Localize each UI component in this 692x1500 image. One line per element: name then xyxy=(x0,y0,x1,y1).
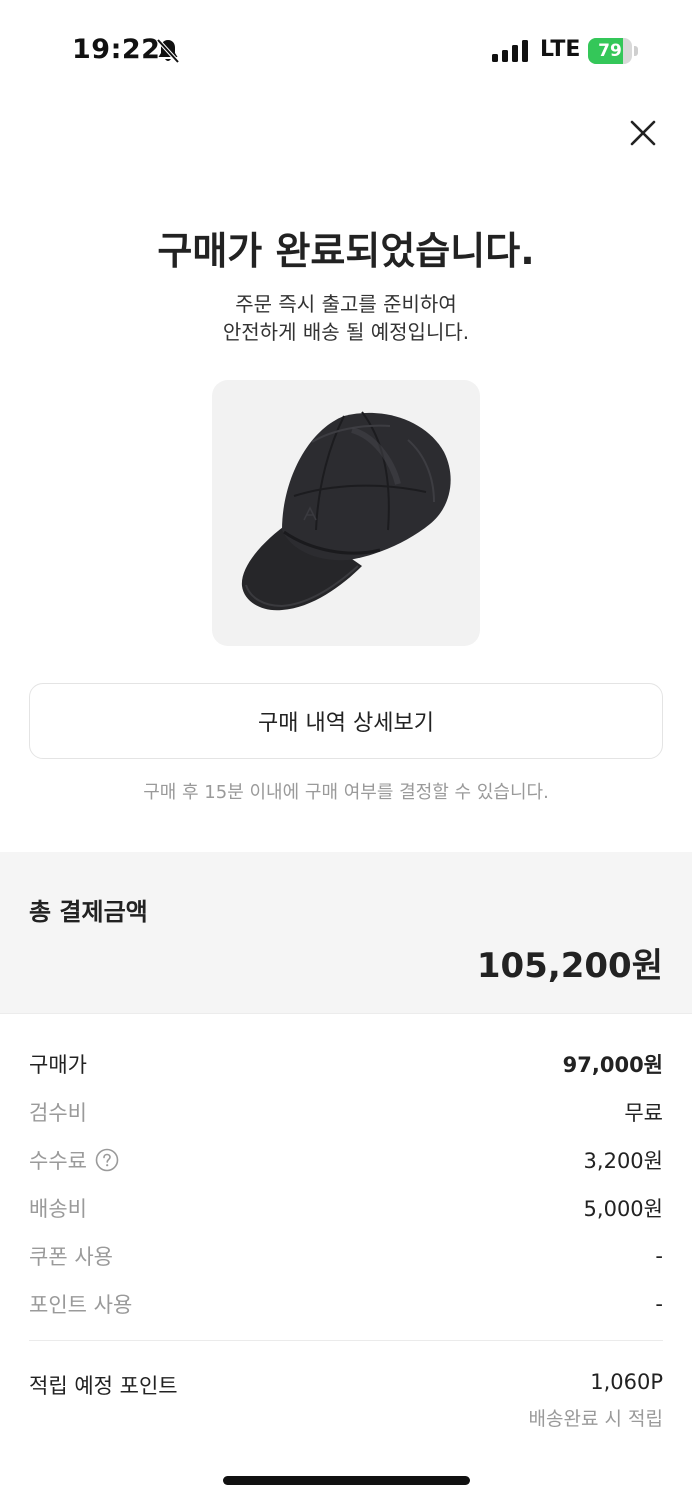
row-value: 무료 xyxy=(624,1101,663,1125)
signal-icon xyxy=(492,40,528,62)
subtitle-line-2: 안전하게 배송 될 예정입니다. xyxy=(222,320,470,344)
breakdown-row-purchase-price: 구매가 97,000원 xyxy=(29,1040,663,1088)
network-label: LTE xyxy=(540,37,581,62)
breakdown-row-commission: 수수료 3,200원 xyxy=(29,1136,663,1184)
breakdown-row-shipping-fee: 배송비 5,000원 xyxy=(29,1184,663,1232)
page-title: 구매가 완료되었습니다. xyxy=(157,229,535,273)
battery-body: 79 xyxy=(588,38,632,64)
row-label: 수수료 xyxy=(29,1149,87,1173)
price-breakdown: 구매가 97,000원 검수비 무료 수수료 3,200원 배송비 5,000원… xyxy=(29,1040,663,1328)
battery-cap xyxy=(634,46,638,56)
total-payment-label: 총 결제금액 xyxy=(29,898,148,926)
row-label: 포인트 사용 xyxy=(29,1293,133,1317)
row-label: 구매가 xyxy=(29,1053,87,1077)
row-value: 97,000원 xyxy=(562,1053,663,1077)
row-value: - xyxy=(655,1244,663,1268)
status-time: 19:22 xyxy=(72,34,161,65)
breakdown-row-coupon: 쿠폰 사용 - xyxy=(29,1232,663,1280)
home-indicator[interactable] xyxy=(223,1476,470,1485)
subtitle-line-1: 주문 즉시 출고를 준비하여 xyxy=(235,292,457,316)
black-cap-image xyxy=(241,411,451,611)
row-label-wrap: 수수료 xyxy=(29,1145,119,1175)
battery-icon: 79 xyxy=(588,38,638,64)
status-bar: 19:22 LTE 79 xyxy=(0,0,692,100)
row-label: 배송비 xyxy=(29,1197,87,1221)
bell-slash-icon xyxy=(156,38,180,64)
expected-points-value: 1,060P xyxy=(590,1370,663,1394)
page-subtitle: 주문 즉시 출고를 준비하여 안전하게 배송 될 예정입니다. xyxy=(0,290,692,346)
expected-points-label: 적립 예정 포인트 xyxy=(29,1374,178,1398)
row-label: 검수비 xyxy=(29,1101,87,1125)
row-label: 쿠폰 사용 xyxy=(29,1245,113,1269)
decision-notice: 구매 후 15분 이내에 구매 여부를 결정할 수 있습니다. xyxy=(143,782,549,803)
close-icon[interactable] xyxy=(624,114,662,152)
product-image xyxy=(212,380,480,646)
purchase-detail-button[interactable]: 구매 내역 상세보기 xyxy=(29,683,663,759)
breakdown-row-inspection-fee: 검수비 무료 xyxy=(29,1088,663,1136)
row-value: 3,200원 xyxy=(583,1149,663,1173)
row-value: 5,000원 xyxy=(583,1197,663,1221)
total-payment-value: 105,200원 xyxy=(476,946,663,986)
breakdown-row-points-used: 포인트 사용 - xyxy=(29,1280,663,1328)
battery-level: 79 xyxy=(598,41,622,61)
divider xyxy=(29,1340,663,1341)
expected-points-note: 배송완료 시 적립 xyxy=(528,1408,663,1430)
total-payment-section: 총 결제금액 105,200원 xyxy=(0,852,692,1014)
help-circle-icon[interactable] xyxy=(95,1148,119,1172)
row-value: - xyxy=(655,1292,663,1316)
